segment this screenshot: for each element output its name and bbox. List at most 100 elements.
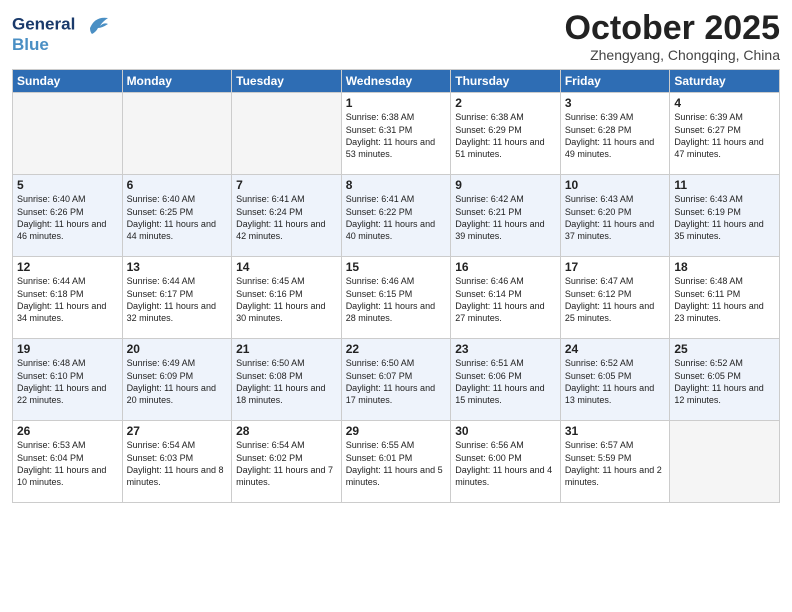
table-row — [670, 421, 780, 503]
table-row: 9Sunrise: 6:42 AMSunset: 6:21 PMDaylight… — [451, 175, 561, 257]
table-row: 10Sunrise: 6:43 AMSunset: 6:20 PMDayligh… — [560, 175, 670, 257]
day-number: 1 — [346, 96, 447, 110]
day-number: 30 — [455, 424, 556, 438]
table-row: 28Sunrise: 6:54 AMSunset: 6:02 PMDayligh… — [232, 421, 342, 503]
logo-line2: Blue — [12, 36, 108, 55]
day-number: 11 — [674, 178, 775, 192]
day-number: 10 — [565, 178, 666, 192]
table-row: 8Sunrise: 6:41 AMSunset: 6:22 PMDaylight… — [341, 175, 451, 257]
day-number: 4 — [674, 96, 775, 110]
day-info: Sunrise: 6:38 AMSunset: 6:29 PMDaylight:… — [455, 111, 556, 160]
day-info: Sunrise: 6:46 AMSunset: 6:15 PMDaylight:… — [346, 275, 447, 324]
table-row: 29Sunrise: 6:55 AMSunset: 6:01 PMDayligh… — [341, 421, 451, 503]
day-info: Sunrise: 6:54 AMSunset: 6:03 PMDaylight:… — [127, 439, 228, 488]
title-block: October 2025 Zhengyang, Chongqing, China — [565, 10, 780, 63]
table-row: 15Sunrise: 6:46 AMSunset: 6:15 PMDayligh… — [341, 257, 451, 339]
day-number: 22 — [346, 342, 447, 356]
day-info: Sunrise: 6:50 AMSunset: 6:07 PMDaylight:… — [346, 357, 447, 406]
table-row: 30Sunrise: 6:56 AMSunset: 6:00 PMDayligh… — [451, 421, 561, 503]
table-row — [13, 93, 123, 175]
day-info: Sunrise: 6:43 AMSunset: 6:19 PMDaylight:… — [674, 193, 775, 242]
day-number: 13 — [127, 260, 228, 274]
day-number: 7 — [236, 178, 337, 192]
day-number: 31 — [565, 424, 666, 438]
day-number: 17 — [565, 260, 666, 274]
day-info: Sunrise: 6:51 AMSunset: 6:06 PMDaylight:… — [455, 357, 556, 406]
table-row: 26Sunrise: 6:53 AMSunset: 6:04 PMDayligh… — [13, 421, 123, 503]
day-number: 12 — [17, 260, 118, 274]
day-info: Sunrise: 6:38 AMSunset: 6:31 PMDaylight:… — [346, 111, 447, 160]
day-info: Sunrise: 6:42 AMSunset: 6:21 PMDaylight:… — [455, 193, 556, 242]
day-number: 5 — [17, 178, 118, 192]
day-number: 19 — [17, 342, 118, 356]
table-row: 7Sunrise: 6:41 AMSunset: 6:24 PMDaylight… — [232, 175, 342, 257]
col-wednesday: Wednesday — [341, 70, 451, 93]
day-number: 20 — [127, 342, 228, 356]
table-row: 2Sunrise: 6:38 AMSunset: 6:29 PMDaylight… — [451, 93, 561, 175]
day-info: Sunrise: 6:41 AMSunset: 6:24 PMDaylight:… — [236, 193, 337, 242]
day-info: Sunrise: 6:52 AMSunset: 6:05 PMDaylight:… — [674, 357, 775, 406]
day-info: Sunrise: 6:57 AMSunset: 5:59 PMDaylight:… — [565, 439, 666, 488]
day-info: Sunrise: 6:43 AMSunset: 6:20 PMDaylight:… — [565, 193, 666, 242]
day-info: Sunrise: 6:56 AMSunset: 6:00 PMDaylight:… — [455, 439, 556, 488]
table-row: 13Sunrise: 6:44 AMSunset: 6:17 PMDayligh… — [122, 257, 232, 339]
day-number: 9 — [455, 178, 556, 192]
table-row: 21Sunrise: 6:50 AMSunset: 6:08 PMDayligh… — [232, 339, 342, 421]
day-info: Sunrise: 6:40 AMSunset: 6:25 PMDaylight:… — [127, 193, 228, 242]
table-row — [122, 93, 232, 175]
col-tuesday: Tuesday — [232, 70, 342, 93]
day-info: Sunrise: 6:55 AMSunset: 6:01 PMDaylight:… — [346, 439, 447, 488]
logo: General Blue — [12, 14, 108, 55]
calendar-header-row: Sunday Monday Tuesday Wednesday Thursday… — [13, 70, 780, 93]
day-info: Sunrise: 6:48 AMSunset: 6:11 PMDaylight:… — [674, 275, 775, 324]
day-number: 18 — [674, 260, 775, 274]
calendar-week-row: 1Sunrise: 6:38 AMSunset: 6:31 PMDaylight… — [13, 93, 780, 175]
table-row: 17Sunrise: 6:47 AMSunset: 6:12 PMDayligh… — [560, 257, 670, 339]
table-row: 14Sunrise: 6:45 AMSunset: 6:16 PMDayligh… — [232, 257, 342, 339]
day-number: 14 — [236, 260, 337, 274]
table-row: 11Sunrise: 6:43 AMSunset: 6:19 PMDayligh… — [670, 175, 780, 257]
day-number: 27 — [127, 424, 228, 438]
day-number: 6 — [127, 178, 228, 192]
day-number: 8 — [346, 178, 447, 192]
calendar-week-row: 19Sunrise: 6:48 AMSunset: 6:10 PMDayligh… — [13, 339, 780, 421]
day-info: Sunrise: 6:54 AMSunset: 6:02 PMDaylight:… — [236, 439, 337, 488]
day-info: Sunrise: 6:45 AMSunset: 6:16 PMDaylight:… — [236, 275, 337, 324]
location: Zhengyang, Chongqing, China — [565, 47, 780, 63]
day-number: 2 — [455, 96, 556, 110]
day-info: Sunrise: 6:50 AMSunset: 6:08 PMDaylight:… — [236, 357, 337, 406]
day-number: 26 — [17, 424, 118, 438]
calendar-week-row: 26Sunrise: 6:53 AMSunset: 6:04 PMDayligh… — [13, 421, 780, 503]
col-saturday: Saturday — [670, 70, 780, 93]
logo-bird-icon — [82, 14, 108, 36]
day-info: Sunrise: 6:39 AMSunset: 6:27 PMDaylight:… — [674, 111, 775, 160]
month-title: October 2025 — [565, 10, 780, 47]
day-number: 21 — [236, 342, 337, 356]
table-row: 27Sunrise: 6:54 AMSunset: 6:03 PMDayligh… — [122, 421, 232, 503]
day-number: 29 — [346, 424, 447, 438]
logo-line1: General — [12, 14, 108, 36]
table-row: 19Sunrise: 6:48 AMSunset: 6:10 PMDayligh… — [13, 339, 123, 421]
table-row: 5Sunrise: 6:40 AMSunset: 6:26 PMDaylight… — [13, 175, 123, 257]
day-info: Sunrise: 6:53 AMSunset: 6:04 PMDaylight:… — [17, 439, 118, 488]
day-number: 16 — [455, 260, 556, 274]
table-row: 12Sunrise: 6:44 AMSunset: 6:18 PMDayligh… — [13, 257, 123, 339]
day-info: Sunrise: 6:48 AMSunset: 6:10 PMDaylight:… — [17, 357, 118, 406]
page-container: General Blue October 2025 Zhengyang, Cho… — [0, 0, 792, 509]
table-row: 31Sunrise: 6:57 AMSunset: 5:59 PMDayligh… — [560, 421, 670, 503]
day-info: Sunrise: 6:49 AMSunset: 6:09 PMDaylight:… — [127, 357, 228, 406]
day-info: Sunrise: 6:40 AMSunset: 6:26 PMDaylight:… — [17, 193, 118, 242]
day-info: Sunrise: 6:44 AMSunset: 6:18 PMDaylight:… — [17, 275, 118, 324]
table-row: 25Sunrise: 6:52 AMSunset: 6:05 PMDayligh… — [670, 339, 780, 421]
day-info: Sunrise: 6:44 AMSunset: 6:17 PMDaylight:… — [127, 275, 228, 324]
day-number: 3 — [565, 96, 666, 110]
day-info: Sunrise: 6:47 AMSunset: 6:12 PMDaylight:… — [565, 275, 666, 324]
header: General Blue October 2025 Zhengyang, Cho… — [12, 10, 780, 63]
col-thursday: Thursday — [451, 70, 561, 93]
day-number: 15 — [346, 260, 447, 274]
table-row: 4Sunrise: 6:39 AMSunset: 6:27 PMDaylight… — [670, 93, 780, 175]
table-row: 23Sunrise: 6:51 AMSunset: 6:06 PMDayligh… — [451, 339, 561, 421]
day-number: 28 — [236, 424, 337, 438]
day-info: Sunrise: 6:52 AMSunset: 6:05 PMDaylight:… — [565, 357, 666, 406]
calendar-week-row: 12Sunrise: 6:44 AMSunset: 6:18 PMDayligh… — [13, 257, 780, 339]
